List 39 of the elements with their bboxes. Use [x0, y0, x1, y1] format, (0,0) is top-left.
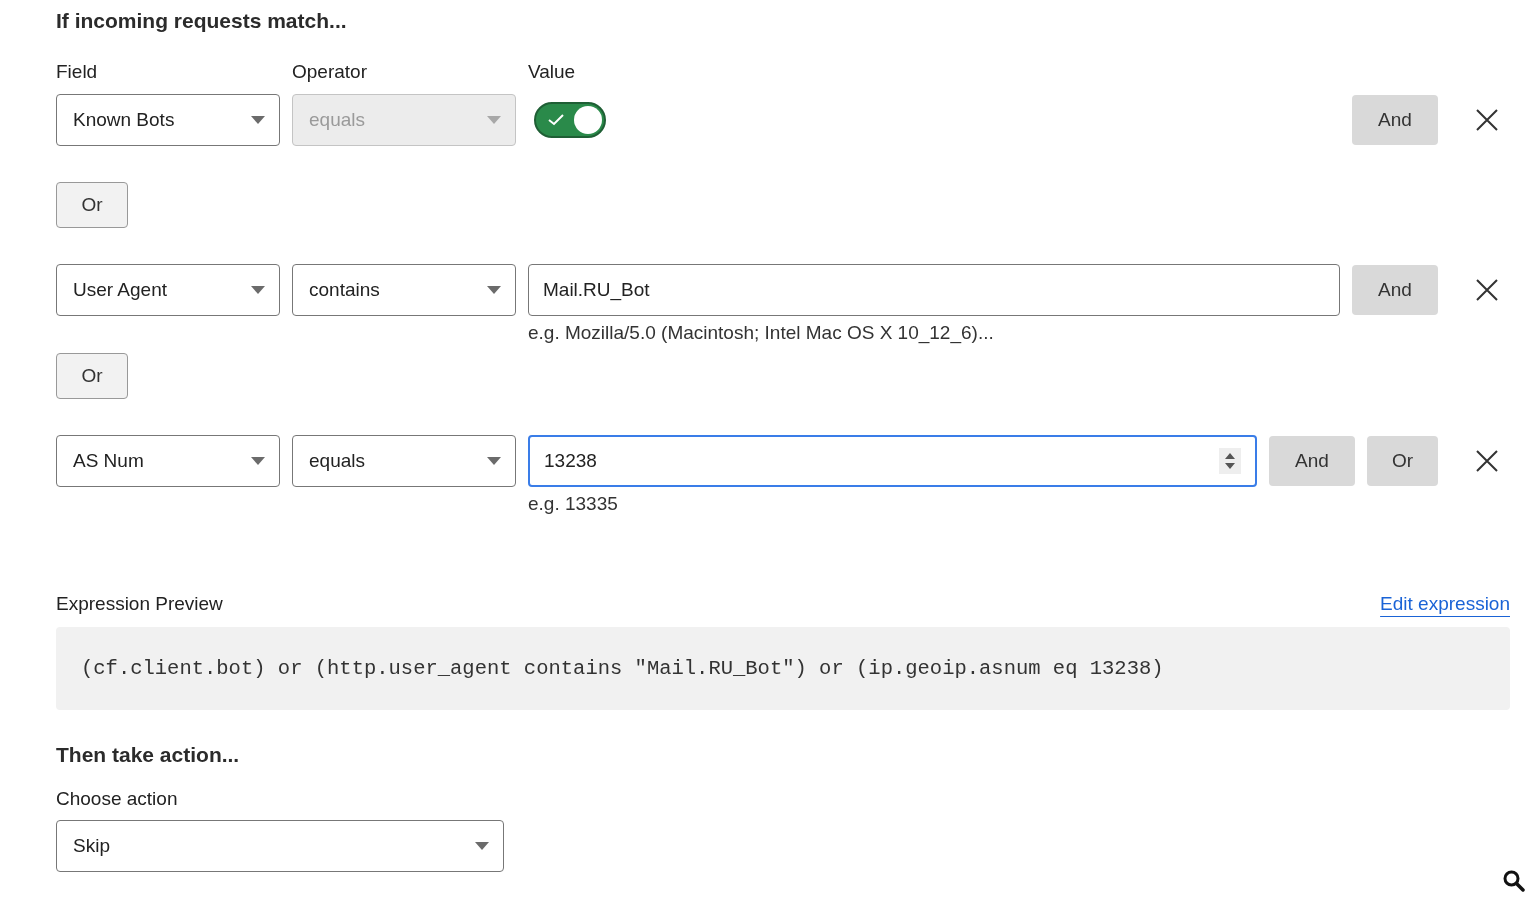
logic-button[interactable]: And	[1352, 265, 1438, 315]
close-icon[interactable]	[1476, 450, 1498, 472]
section-heading: If incoming requests match...	[56, 8, 348, 34]
field-select[interactable]: AS Num	[56, 435, 280, 487]
expression-code: (cf.client.bot) or (http.user_agent contains "Mail.RU_Bot") or (ip.geoip.asnum eq 13238)	[56, 627, 1510, 710]
edit-expression-link[interactable]: Edit expression	[1380, 593, 1510, 615]
text-field[interactable]: Mail.RU_Bot	[528, 264, 1340, 316]
preview-label: Expression Preview	[56, 593, 223, 615]
field-select[interactable]: Known Bots	[56, 94, 280, 146]
logic-button[interactable]: Or	[1367, 436, 1438, 486]
check-icon	[548, 114, 564, 126]
search-icon[interactable]	[1503, 870, 1525, 892]
field-hint: e.g. 13335	[528, 493, 619, 515]
logic-button[interactable]: And	[1269, 436, 1355, 486]
caret-icon	[487, 457, 501, 465]
toggle-switch[interactable]	[534, 102, 606, 138]
column-label: Value	[528, 60, 577, 84]
action-select[interactable]: Skip	[56, 820, 504, 872]
logic-button[interactable]: And	[1352, 95, 1438, 145]
close-icon[interactable]	[1476, 109, 1498, 131]
caret-icon	[487, 116, 501, 124]
caret-icon	[251, 116, 265, 124]
or-button[interactable]: Or	[56, 182, 128, 228]
operator-select[interactable]: equals	[292, 435, 516, 487]
action-label: Choose action	[56, 788, 179, 810]
caret-icon	[475, 842, 489, 850]
field-hint: e.g. Mozilla/5.0 (Macintosh; Intel Mac OS X 10_12_6)...	[528, 322, 995, 344]
close-icon[interactable]	[1476, 279, 1498, 301]
section-heading: Then take action...	[56, 742, 241, 768]
column-label: Field	[56, 60, 99, 84]
operator-select[interactable]: contains	[292, 264, 516, 316]
caret-icon	[487, 286, 501, 294]
caret-icon	[251, 286, 265, 294]
spinner-icon[interactable]	[1219, 448, 1241, 474]
column-label: Operator	[292, 60, 368, 84]
number-field[interactable]: 13238	[528, 435, 1257, 487]
field-select[interactable]: User Agent	[56, 264, 280, 316]
caret-icon	[251, 457, 265, 465]
or-button[interactable]: Or	[56, 353, 128, 399]
